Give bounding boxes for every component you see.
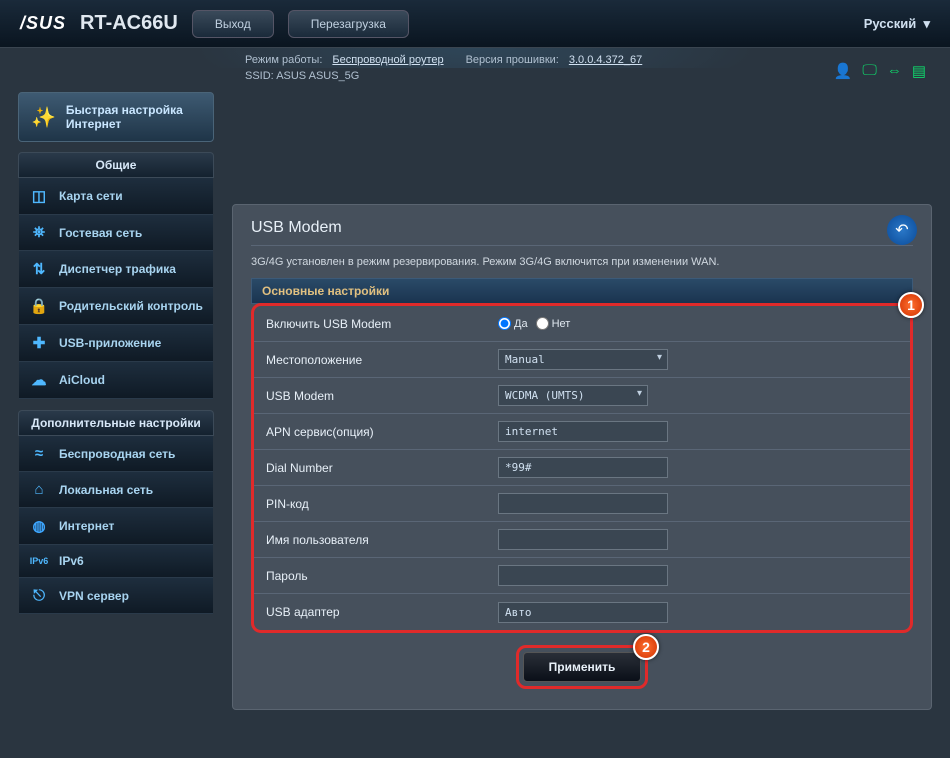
nav-parental-control[interactable]: 🔒Родительский контроль (19, 288, 213, 325)
panel-description: 3G/4G установлен в режим резервирования.… (251, 256, 913, 268)
brand-logo: /SUS (20, 13, 66, 34)
lock-icon: 🔒 (29, 297, 49, 315)
wand-icon: ✨ (31, 105, 56, 130)
pin-input[interactable] (498, 493, 668, 514)
status-icons: 👤 🖵 ⇔ ▤ (834, 62, 926, 80)
apn-input[interactable] (498, 421, 668, 442)
advanced-header: Дополнительные настройки (18, 410, 214, 436)
enable-yes-radio[interactable]: Да (498, 317, 528, 330)
row-dial: Dial Number (254, 450, 910, 486)
ssid-bar: SSID: ASUS ASUS_5G (0, 68, 950, 92)
location-select[interactable]: Manual (498, 349, 668, 370)
nav-network-map[interactable]: ◫Карта сети (19, 178, 213, 215)
password-input[interactable] (498, 565, 668, 586)
home-icon: ⌂ (29, 481, 49, 498)
firmware-link[interactable]: 3.0.0.4.372_67 (569, 54, 642, 66)
panel-title: USB Modem (251, 219, 913, 237)
advanced-nav: ≈Беспроводная сеть ⌂Локальная сеть ◍Инте… (18, 436, 214, 615)
nav-lan[interactable]: ⌂Локальная сеть (19, 472, 213, 508)
vpn-icon: ⎋ (29, 587, 49, 604)
apply-button[interactable]: Применить (523, 652, 641, 682)
traffic-icon: ⇅ (29, 260, 49, 278)
card-icon[interactable]: ▤ (912, 62, 926, 80)
badge-2: 2 (633, 634, 659, 660)
qis-button[interactable]: ✨ Быстрая настройка Интернет (18, 92, 214, 142)
wifi-icon: ≈ (29, 445, 49, 462)
info-bar: Режим работы: Беспроводной роутер Версия… (0, 48, 950, 68)
top-bar: /SUS RT-AC66U Выход Перезагрузка Русский… (0, 0, 950, 48)
nav-wireless[interactable]: ≈Беспроводная сеть (19, 436, 213, 472)
reboot-button[interactable]: Перезагрузка (288, 10, 409, 38)
username-input[interactable] (498, 529, 668, 550)
nav-aicloud[interactable]: ☁AiCloud (19, 362, 213, 399)
ssid-1-link[interactable]: ASUS (276, 70, 306, 82)
plugin-icon: ✚ (29, 334, 49, 352)
sidebar: ✨ Быстрая настройка Интернет Общие ◫Карт… (18, 92, 214, 710)
badge-1: 1 (898, 292, 924, 318)
row-username: Имя пользователя (254, 522, 910, 558)
nav-internet[interactable]: ◍Интернет (19, 508, 213, 545)
row-location: Местоположение Manual (254, 342, 910, 378)
nav-traffic-manager[interactable]: ⇅Диспетчер трафика (19, 251, 213, 288)
row-pin: PIN-код (254, 486, 910, 522)
mode-link[interactable]: Беспроводной роутер (332, 54, 443, 66)
general-header: Общие (18, 152, 214, 178)
modem-select[interactable]: WCDMA (UMTS) (498, 385, 648, 406)
dial-input[interactable] (498, 457, 668, 478)
nav-guest-network[interactable]: ⛯Гостевая сеть (19, 215, 213, 251)
back-button[interactable]: ↶ (887, 215, 917, 245)
usb-modem-panel: ↶ USB Modem 3G/4G установлен в режим рез… (232, 204, 932, 710)
globe-icon: ◍ (29, 517, 49, 535)
model-name: RT-AC66U (80, 12, 178, 35)
row-apn: APN сервис(опция) (254, 414, 910, 450)
logout-button[interactable]: Выход (192, 10, 274, 38)
language-dropdown[interactable]: Русский ▾ (864, 16, 930, 32)
nav-usb-app[interactable]: ✚USB-приложение (19, 325, 213, 362)
usb-icon[interactable]: ⇔ (887, 62, 902, 80)
row-modem: USB Modem WCDMA (UMTS) (254, 378, 910, 414)
cloud-icon: ☁ (29, 371, 49, 389)
nav-vpn[interactable]: ⎋VPN сервер (19, 578, 213, 614)
guest-icon: ⛯ (29, 224, 49, 241)
ssid-2-link[interactable]: ASUS_5G (309, 70, 360, 82)
row-password: Пароль (254, 558, 910, 594)
form-highlight: 1 Включить USB Modem Да Нет Местоположен… (251, 303, 913, 633)
general-nav: ◫Карта сети ⛯Гостевая сеть ⇅Диспетчер тр… (18, 178, 214, 400)
enable-no-radio[interactable]: Нет (536, 317, 571, 330)
ipv6-icon: IPv6 (29, 556, 49, 566)
nav-ipv6[interactable]: IPv6IPv6 (19, 545, 213, 578)
apply-highlight: 2 Применить (516, 645, 648, 689)
map-icon: ◫ (29, 187, 49, 205)
user-icon[interactable]: 👤 (834, 62, 853, 80)
section-header: Основные настройки (251, 278, 913, 304)
row-enable: Включить USB Modem Да Нет (254, 306, 910, 342)
main-content: ↶ USB Modem 3G/4G установлен в режим рез… (232, 92, 932, 710)
row-adapter: USB адаптер (254, 594, 910, 630)
monitor-icon[interactable]: 🖵 (862, 62, 876, 80)
adapter-input[interactable] (498, 602, 668, 623)
